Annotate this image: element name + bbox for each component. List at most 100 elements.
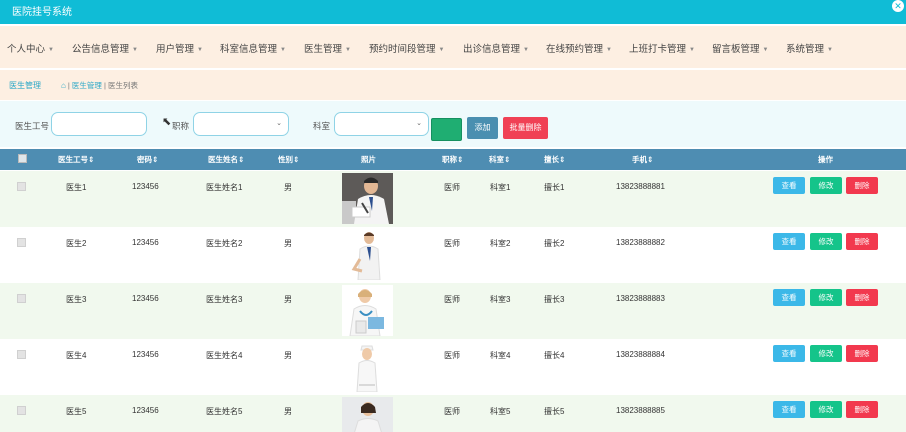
nav-time-slots[interactable]: 预约时间段管理 ▼ [369,41,444,55]
col-doctor-no[interactable]: 医生工号⇕ [58,154,94,165]
title-select[interactable]: ⌄ [193,112,289,136]
chevron-down-icon: ⌄ [276,120,282,127]
col-name[interactable]: 医生姓名⇕ [208,154,244,165]
breadcrumb-doctor-mgmt[interactable]: 医生管理 [72,81,102,90]
view-button[interactable]: 查看 [773,177,805,194]
col-gender[interactable]: 性别⇕ [278,154,299,165]
nav-visits[interactable]: 出诊信息管理 ▼ [463,41,529,55]
view-button[interactable]: 查看 [773,289,805,306]
nav-system[interactable]: 系统管理 ▼ [786,41,833,55]
row-checkbox[interactable] [17,406,26,415]
chevron-down-icon: ▼ [48,47,54,53]
cell-doctor-no: 医生1 [66,183,87,192]
cell-name: 医生姓名2 [206,239,243,248]
search-button[interactable] [431,118,462,141]
nav-doctors[interactable]: 医生管理 ▼ [304,41,351,55]
edit-button[interactable]: 修改 [810,289,842,306]
row-checkbox[interactable] [17,294,26,303]
dept-select[interactable]: ⌄ [334,112,429,136]
cell-specialty: 擅长3 [544,295,565,304]
sort-icon: ⇕ [293,155,300,164]
chevron-down-icon: ▼ [280,47,286,53]
bulk-delete-button[interactable]: 批量删除 [503,117,548,139]
cell-title: 医师 [444,295,460,304]
cell-password: 123456 [132,294,159,303]
select-all-checkbox[interactable] [18,154,27,163]
nav-users[interactable]: 用户管理 ▼ [156,41,203,55]
dept-label: 科室 [313,121,331,131]
mouse-cursor-icon: ⬉ [162,116,172,128]
cell-doctor-no: 医生2 [66,239,87,248]
delete-button[interactable]: 删除 [846,345,878,362]
nav-appointments[interactable]: 在线预约管理 ▼ [546,41,612,55]
cell-phone: 13823888884 [616,350,665,359]
view-button[interactable]: 查看 [773,233,805,250]
chevron-down-icon: ▼ [523,47,529,53]
doctor-photo [342,173,393,224]
col-photo: 照片 [361,155,376,164]
row-checkbox[interactable] [17,350,26,359]
table-header: 医生工号⇕ 密码⇕ 医生姓名⇕ 性别⇕ 照片 职称⇕ 科室⇕ 擅长⇕ 手机⇕ 操… [0,149,906,170]
cell-gender: 男 [284,351,292,360]
nav-department[interactable]: 科室信息管理 ▼ [220,41,286,55]
cell-password: 123456 [132,406,159,415]
cell-title: 医师 [444,239,460,248]
chevron-down-icon: ▼ [606,47,612,53]
doctor-no-label: 医生工号 [15,121,50,131]
cell-name: 医生姓名1 [206,183,243,192]
col-specialty[interactable]: 擅长⇕ [544,154,565,165]
close-icon[interactable]: ✕ [892,0,904,12]
title-label: 职称 [172,121,190,131]
row-checkbox[interactable] [17,182,26,191]
nav-announcement[interactable]: 公告信息管理 ▼ [72,41,138,55]
cell-doctor-no: 医生5 [66,407,87,416]
view-button[interactable]: 查看 [773,345,805,362]
col-actions: 操作 [818,155,833,164]
edit-button[interactable]: 修改 [810,177,842,194]
cell-dept: 科室5 [490,407,511,416]
chevron-down-icon: ▼ [762,47,769,53]
home-icon[interactable]: ⌂ [61,81,66,90]
view-button[interactable]: 查看 [773,401,805,418]
doctor-photo [342,229,393,280]
col-phone[interactable]: 手机⇕ [632,154,653,165]
row-checkbox[interactable] [17,238,26,247]
delete-button[interactable]: 删除 [846,233,878,250]
delete-button[interactable]: 删除 [846,401,878,418]
table-row: 医生4 123456 医生姓名4 男 医师 科室4 擅长4 1382388888… [0,339,906,395]
cell-dept: 科室3 [490,295,511,304]
delete-button[interactable]: 删除 [846,177,878,194]
chevron-down-icon: ▼ [438,47,445,53]
main-nav: 个人中心 ▼ 公告信息管理 ▼ 用户管理 ▼ 科室信息管理 ▼ 医生管理 ▼ 预约时间段管… [0,26,906,68]
sort-icon: ⇕ [559,155,566,164]
chevron-down-icon: ▼ [132,47,138,53]
cell-dept: 科室1 [490,183,511,192]
col-title[interactable]: 职称⇕ [442,154,463,165]
add-button[interactable]: 添加 [467,117,498,139]
table-row: 医生1 123456 医生姓名1 男 医师 科室1 擅长1 1382388888… [0,171,906,227]
nav-messages[interactable]: 留言板管理 ▼ [712,41,768,55]
doctor-no-input[interactable] [51,112,147,136]
nav-personal-center[interactable]: 个人中心 ▼ [7,41,54,55]
cell-password: 123456 [132,182,159,191]
cell-specialty: 擅长4 [544,351,565,360]
app-window: 医院挂号系统 ✕ 个人中心 ▼ 公告信息管理 ▼ 用户管理 ▼ 科室信息管理 ▼ 医生管… [0,0,906,432]
col-dept[interactable]: 科室⇕ [489,154,510,165]
edit-button[interactable]: 修改 [810,345,842,362]
chevron-down-icon: ▼ [689,47,695,53]
col-password[interactable]: 密码⇕ [137,154,158,165]
top-header: 医院挂号系统 ✕ [0,0,906,24]
cell-specialty: 擅长1 [544,183,565,192]
edit-button[interactable]: 修改 [810,233,842,250]
delete-button[interactable]: 删除 [846,289,878,306]
cell-title: 医师 [444,183,460,192]
cell-title: 医师 [444,351,460,360]
section-title: 医生管理 [9,81,41,90]
nav-attendance[interactable]: 上班打卡管理 ▼ [629,41,695,55]
cell-phone: 13823888881 [616,182,665,191]
cell-dept: 科室4 [490,351,511,360]
cell-password: 123456 [132,238,159,247]
table-row: 医生5 123456 医生姓名5 男 医师 科室5 擅长5 1382388888… [0,395,906,432]
cell-specialty: 擅长5 [544,407,565,416]
edit-button[interactable]: 修改 [810,401,842,418]
